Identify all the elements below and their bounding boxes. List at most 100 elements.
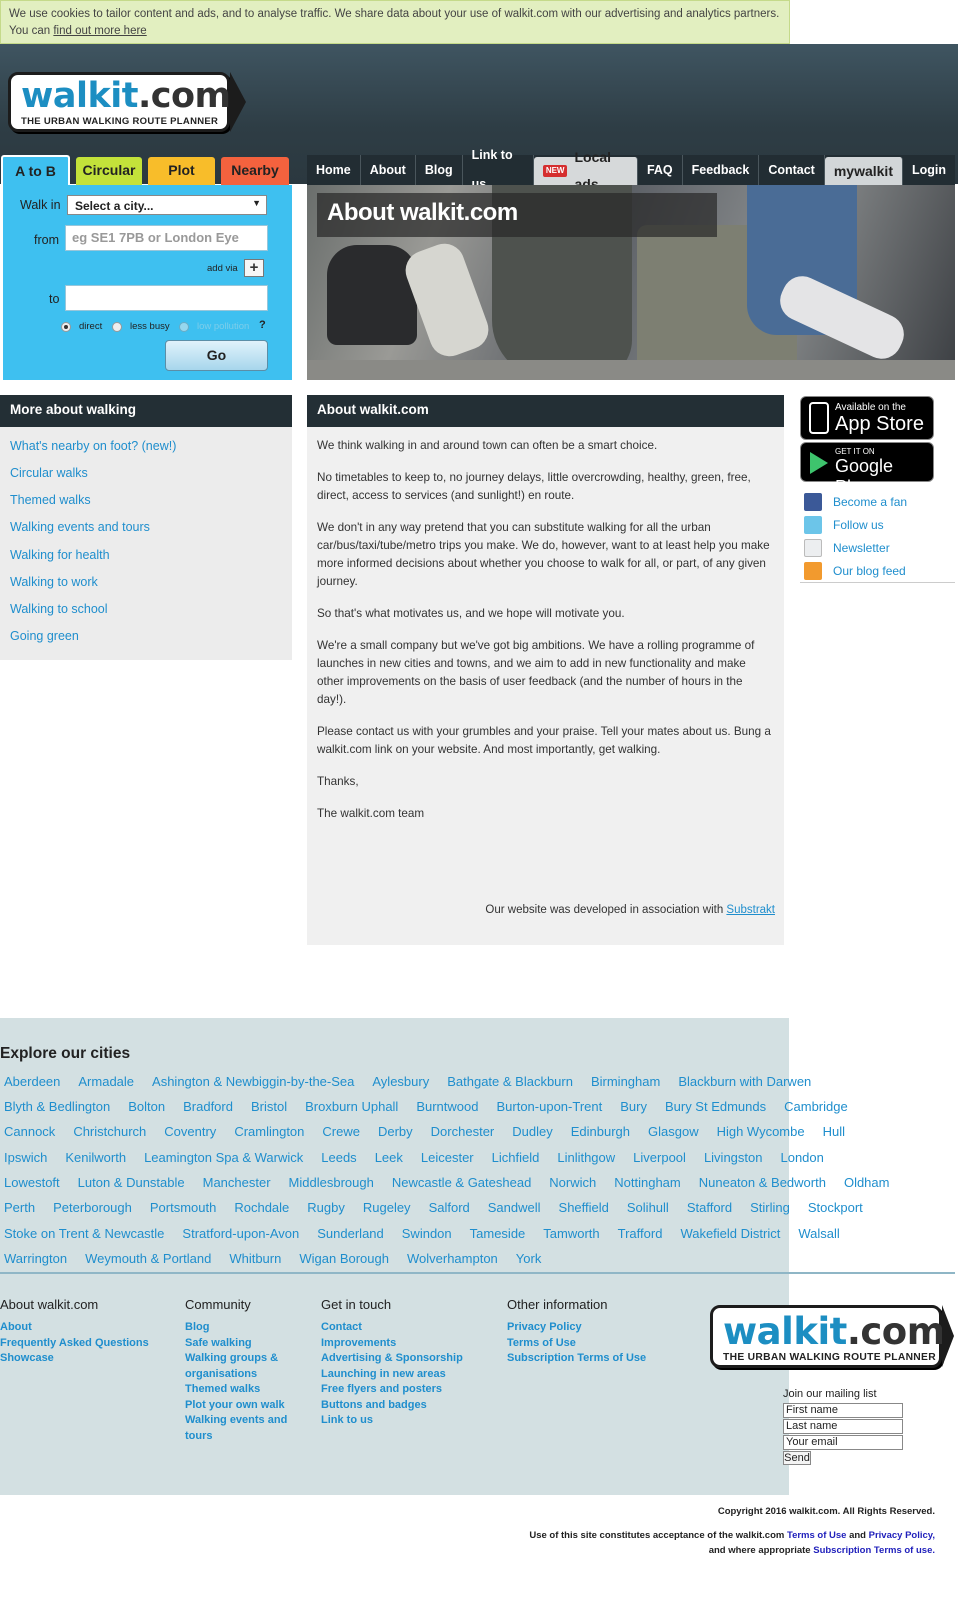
sidebar-link-work[interactable]: Walking to work: [10, 575, 98, 589]
substrakt-link[interactable]: Substrakt: [726, 904, 775, 916]
city-link[interactable]: Wakefield District: [680, 1226, 780, 1241]
footer-link[interactable]: Showcase: [0, 1351, 149, 1367]
help-icon[interactable]: ?: [259, 319, 266, 331]
city-link[interactable]: Blyth & Bedlington: [4, 1099, 110, 1114]
footer-link[interactable]: Walking events and: [185, 1413, 287, 1429]
city-link[interactable]: Christchurch: [73, 1124, 146, 1139]
city-link[interactable]: Ipswich: [4, 1150, 47, 1165]
city-link[interactable]: Stirling: [750, 1200, 790, 1215]
footer-link[interactable]: Link to us: [321, 1413, 463, 1429]
sidebar-link-green[interactable]: Going green: [10, 629, 79, 643]
nav-blog[interactable]: Blog: [416, 155, 463, 185]
app-store-badge[interactable]: Available on the App Store: [800, 396, 934, 440]
cookie-more-link[interactable]: find out more here: [53, 25, 146, 37]
first-name-field[interactable]: First name: [783, 1403, 903, 1418]
city-link[interactable]: Leeds: [321, 1150, 356, 1165]
city-link[interactable]: Rochdale: [234, 1200, 289, 1215]
city-link[interactable]: Crewe: [322, 1124, 360, 1139]
site-logo[interactable]: walkit.com THE URBAN WALKING ROUTE PLANN…: [8, 72, 231, 132]
city-link[interactable]: Armadale: [78, 1074, 134, 1089]
city-link[interactable]: Rugeley: [363, 1200, 411, 1215]
city-link[interactable]: Leicester: [421, 1150, 474, 1165]
city-link[interactable]: Tamworth: [543, 1226, 599, 1241]
city-link[interactable]: Wigan Borough: [299, 1251, 389, 1266]
nav-feedback[interactable]: Feedback: [683, 155, 760, 185]
city-link[interactable]: Manchester: [203, 1175, 271, 1190]
radio-less-busy[interactable]: [112, 322, 122, 332]
city-link[interactable]: Blackburn with Darwen: [678, 1074, 811, 1089]
footer-link[interactable]: Safe walking: [185, 1336, 287, 1352]
city-link[interactable]: Dorchester: [431, 1124, 495, 1139]
city-link[interactable]: Leek: [375, 1150, 403, 1165]
city-link[interactable]: Leamington Spa & Warwick: [144, 1150, 303, 1165]
city-link[interactable]: High Wycombe: [717, 1124, 805, 1139]
city-link[interactable]: Salford: [429, 1200, 470, 1215]
nav-faq[interactable]: FAQ: [638, 155, 683, 185]
nav-mywalkit[interactable]: mywalkit: [824, 157, 903, 185]
city-link[interactable]: Burton-upon-Trent: [496, 1099, 602, 1114]
city-link[interactable]: Lowestoft: [4, 1175, 60, 1190]
footer-link[interactable]: Privacy Policy: [507, 1320, 646, 1336]
footer-link[interactable]: Subscription Terms of Use: [507, 1351, 646, 1367]
from-input[interactable]: eg SE1 7PB or London Eye: [65, 225, 268, 251]
privacy-link[interactable]: Privacy Policy,: [869, 1530, 935, 1541]
city-link[interactable]: Hull: [823, 1124, 845, 1139]
footer-link[interactable]: Themed walks: [185, 1382, 287, 1398]
city-link[interactable]: Tameside: [470, 1226, 526, 1241]
footer-link[interactable]: Plot your own walk: [185, 1398, 287, 1414]
radio-direct[interactable]: [61, 322, 71, 332]
city-link[interactable]: Lichfield: [492, 1150, 540, 1165]
sidebar-link-themed[interactable]: Themed walks: [10, 493, 91, 507]
city-link[interactable]: Livingston: [704, 1150, 763, 1165]
city-link[interactable]: York: [516, 1251, 542, 1266]
city-link[interactable]: Portsmouth: [150, 1200, 216, 1215]
to-input[interactable]: [65, 285, 268, 311]
city-link[interactable]: Nuneaton & Bedworth: [699, 1175, 826, 1190]
city-link[interactable]: Edinburgh: [571, 1124, 630, 1139]
city-select[interactable]: Select a city... ▼: [67, 195, 267, 215]
city-link[interactable]: Linlithgow: [557, 1150, 615, 1165]
city-link[interactable]: Ashington & Newbiggin-by-the-Sea: [152, 1074, 354, 1089]
city-link[interactable]: Cambridge: [784, 1099, 848, 1114]
city-link[interactable]: Stockport: [808, 1200, 863, 1215]
city-link[interactable]: Liverpool: [633, 1150, 686, 1165]
city-link[interactable]: Sandwell: [488, 1200, 541, 1215]
nav-home[interactable]: Home: [307, 155, 361, 185]
city-link[interactable]: Stratford-upon-Avon: [182, 1226, 299, 1241]
city-link[interactable]: Bathgate & Blackburn: [447, 1074, 573, 1089]
footer-link[interactable]: Launching in new areas: [321, 1367, 463, 1383]
city-link[interactable]: Peterborough: [53, 1200, 132, 1215]
city-link[interactable]: Bradford: [183, 1099, 233, 1114]
send-button[interactable]: Send: [783, 1451, 811, 1465]
city-link[interactable]: Bury St Edmunds: [665, 1099, 766, 1114]
city-link[interactable]: Aberdeen: [4, 1074, 60, 1089]
tab-circular[interactable]: Circular: [76, 157, 142, 185]
city-link[interactable]: Birmingham: [591, 1074, 660, 1089]
city-link[interactable]: Derby: [378, 1124, 413, 1139]
tab-a-to-b[interactable]: A to B: [1, 155, 70, 185]
sidebar-link-nearby[interactable]: What's nearby on foot? (new!): [10, 439, 176, 453]
city-link[interactable]: Weymouth & Portland: [85, 1251, 211, 1266]
city-link[interactable]: Stafford: [687, 1200, 732, 1215]
city-link[interactable]: Sheffield: [559, 1200, 609, 1215]
city-link[interactable]: Oldham: [844, 1175, 890, 1190]
nav-link-to-us[interactable]: Link to us: [463, 148, 534, 191]
footer-logo[interactable]: walkit.com THE URBAN WALKING ROUTE PLANN…: [710, 1305, 945, 1368]
city-link[interactable]: Stoke on Trent & Newcastle: [4, 1226, 164, 1241]
tab-nearby[interactable]: Nearby: [221, 157, 289, 185]
city-link[interactable]: Sunderland: [317, 1226, 384, 1241]
footer-link[interactable]: Free flyers and posters: [321, 1382, 463, 1398]
city-link[interactable]: Coventry: [164, 1124, 216, 1139]
sidebar-link-school[interactable]: Walking to school: [10, 602, 108, 616]
city-link[interactable]: Burntwood: [416, 1099, 478, 1114]
city-link[interactable]: Norwich: [549, 1175, 596, 1190]
footer-link[interactable]: Buttons and badges: [321, 1398, 463, 1414]
footer-link[interactable]: About: [0, 1320, 149, 1336]
radio-low-pollution[interactable]: [179, 322, 189, 332]
city-link[interactable]: Wolverhampton: [407, 1251, 498, 1266]
city-link[interactable]: Dudley: [512, 1124, 552, 1139]
email-field[interactable]: Your email: [783, 1435, 903, 1450]
nav-contact[interactable]: Contact: [759, 155, 825, 185]
google-play-badge[interactable]: GET IT ON Google Play: [800, 442, 934, 497]
footer-link[interactable]: Contact: [321, 1320, 463, 1336]
